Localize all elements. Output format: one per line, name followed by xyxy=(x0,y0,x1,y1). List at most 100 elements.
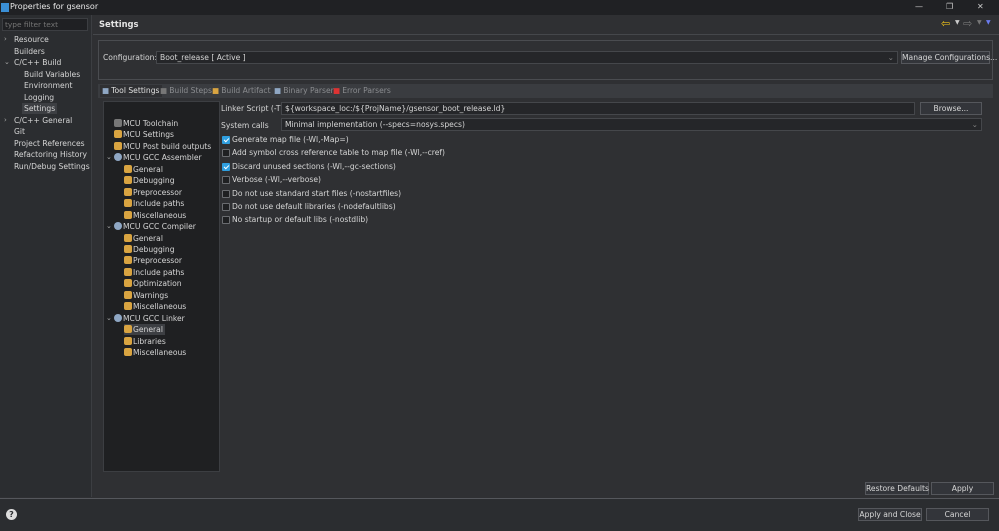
nav-item[interactable]: Builders xyxy=(12,46,47,57)
tool-settings-tree: MCU Toolchain MCU Settings MCU Post build … xyxy=(103,101,220,472)
tree-item[interactable]: MCU Post build outputs xyxy=(114,141,213,152)
settings-page: Settings ⇦ ▼ ⇨ ▼ ▼ Configuration: Boot_r… xyxy=(93,15,999,497)
manage-configurations-button[interactable]: Manage Configurations... xyxy=(901,51,997,64)
tree-item[interactable]: Include paths xyxy=(124,198,186,209)
settings-icon xyxy=(124,302,132,311)
expander-icon[interactable]: ⌄ xyxy=(106,313,112,324)
gear-icon xyxy=(114,153,122,162)
tree-item[interactable]: General xyxy=(124,233,165,244)
tab-build-steps[interactable]: ■ Build Steps xyxy=(158,85,214,97)
tree-item-label: MCU Post build outputs xyxy=(123,141,212,151)
view-menu-icon[interactable]: ▼ xyxy=(986,19,991,26)
nav-item[interactable]: Build Variables xyxy=(22,69,82,80)
tree-item[interactable]: Miscellaneous xyxy=(124,301,188,312)
tree-item[interactable]: MCU Toolchain xyxy=(114,118,180,129)
settings-icon xyxy=(124,210,132,219)
settings-icon xyxy=(114,130,122,139)
tree-item-label: Debugging xyxy=(133,176,175,186)
option-checkbox[interactable] xyxy=(222,176,230,185)
chevron-down-icon: ⌄ xyxy=(971,120,978,129)
system-calls-select[interactable]: Minimal implementation (--specs=nosys.sp… xyxy=(281,118,982,131)
tree-item[interactable]: ⌄ MCU GCC Assembler xyxy=(106,152,204,163)
linker-script-input[interactable]: ${workspace_loc:/${ProjName}/gsensor_boo… xyxy=(281,102,915,115)
nav-item[interactable]: ⌄ C/C++ Build xyxy=(4,57,63,68)
tab-build-artifact[interactable]: ■ Build Artifact xyxy=(210,85,273,97)
chevron-down-icon: ⌄ xyxy=(887,53,894,62)
tree-item-label: General xyxy=(133,164,163,174)
settings-icon xyxy=(124,336,132,345)
nav-item[interactable]: Refactoring History xyxy=(12,149,89,160)
tree-item[interactable]: ⌄ MCU GCC Linker xyxy=(106,313,187,324)
nav-item[interactable]: Settings xyxy=(22,103,58,114)
tab-binary-parsers[interactable]: ■ Binary Parsers xyxy=(272,85,340,97)
settings-icon xyxy=(124,244,132,253)
tree-item[interactable]: Preprocessor xyxy=(124,187,184,198)
nav-item-label: Project References xyxy=(14,138,85,148)
nav-item-label: Refactoring History xyxy=(14,150,88,159)
tree-item[interactable]: Debugging xyxy=(124,244,177,255)
option-checkbox[interactable] xyxy=(222,162,230,171)
nav-item[interactable]: Git xyxy=(12,126,27,137)
option-checkbox[interactable] xyxy=(222,216,230,225)
tab-error-parsers[interactable]: ■ Error Parsers xyxy=(331,85,393,97)
nav-item-label: Git xyxy=(14,127,25,136)
option-checkbox[interactable] xyxy=(222,149,230,158)
tree-item[interactable]: General xyxy=(124,324,165,336)
tree-item[interactable]: Optimization xyxy=(124,278,184,289)
window-title: Properties for gsensor xyxy=(10,2,99,11)
nav-item[interactable]: › C/C++ General xyxy=(4,115,74,126)
tree-item[interactable]: ⌄ MCU GCC Compiler xyxy=(106,221,198,232)
back-arrow-icon[interactable]: ⇦ xyxy=(941,17,950,30)
nav-item-label: Environment xyxy=(24,81,73,90)
nav-item[interactable]: Run/Debug Settings xyxy=(12,161,92,172)
forward-arrow-icon[interactable]: ⇨ xyxy=(963,17,972,30)
nav-item[interactable]: › Resource xyxy=(4,34,51,45)
forward-dropdown-icon[interactable]: ▼ xyxy=(977,19,982,26)
tree-item[interactable]: Debugging xyxy=(124,175,177,186)
nav-item-label: Settings xyxy=(24,104,56,113)
tree-item[interactable]: Miscellaneous xyxy=(124,210,188,221)
apply-button[interactable]: Apply xyxy=(931,482,994,495)
tree-item-label: Miscellaneous xyxy=(133,348,187,357)
expander-icon[interactable]: ⌄ xyxy=(4,57,10,68)
option-label: No startup or default libs (-nostdlib) xyxy=(232,215,369,225)
option-label: Discard unused sections (-Wl,--gc-sectio… xyxy=(232,161,396,171)
settings-icon xyxy=(124,199,132,208)
expander-icon[interactable]: ⌄ xyxy=(106,152,112,163)
apply-and-close-button[interactable]: Apply and Close xyxy=(858,508,922,521)
gear-icon xyxy=(114,313,122,322)
tab-tool-settings[interactable]: ■ Tool Settings xyxy=(100,85,162,97)
restore-button[interactable]: ❐ xyxy=(946,2,953,11)
filter-input[interactable] xyxy=(2,18,88,31)
expander-icon[interactable]: ⌄ xyxy=(106,221,112,232)
cancel-button[interactable]: Cancel xyxy=(926,508,989,521)
nav-item[interactable]: Environment xyxy=(22,80,75,91)
restore-defaults-button[interactable]: Restore Defaults xyxy=(865,482,929,495)
tree-item[interactable]: MCU Settings xyxy=(114,129,176,140)
tree-item-label: MCU GCC Linker xyxy=(123,313,185,323)
nav-item[interactable]: Logging xyxy=(22,92,56,103)
option-checkbox[interactable] xyxy=(222,203,230,211)
close-button[interactable]: ✕ xyxy=(977,2,984,11)
tab-icon: ■ xyxy=(212,86,220,95)
properties-nav: › Resource Builders ⌄ C/C++ Build Build Varia… xyxy=(0,15,92,497)
minimize-button[interactable]: — xyxy=(915,2,923,11)
tree-item[interactable]: Libraries xyxy=(124,336,168,347)
tree-item-label: MCU GCC Assembler xyxy=(123,153,202,163)
option-checkbox[interactable] xyxy=(222,136,230,144)
tree-item[interactable]: Preprocessor xyxy=(124,255,184,266)
help-icon[interactable]: ? xyxy=(6,509,17,520)
tree-item[interactable]: Warnings xyxy=(124,290,170,301)
tree-item[interactable]: General xyxy=(124,164,165,175)
option-label: Add symbol cross reference table to map … xyxy=(232,148,446,158)
tree-item[interactable]: Include paths xyxy=(124,267,186,278)
expander-icon[interactable]: › xyxy=(4,34,7,45)
nav-item[interactable]: Project References xyxy=(12,138,87,149)
expander-icon[interactable]: › xyxy=(4,115,7,126)
browse-button[interactable]: Browse... xyxy=(920,102,982,115)
back-dropdown-icon[interactable]: ▼ xyxy=(955,19,960,26)
option-checkbox[interactable] xyxy=(222,189,230,198)
settings-icon xyxy=(124,256,132,265)
tree-item[interactable]: Miscellaneous xyxy=(124,347,188,358)
configuration-select[interactable]: Boot_release [ Active ] ⌄ xyxy=(156,51,898,64)
